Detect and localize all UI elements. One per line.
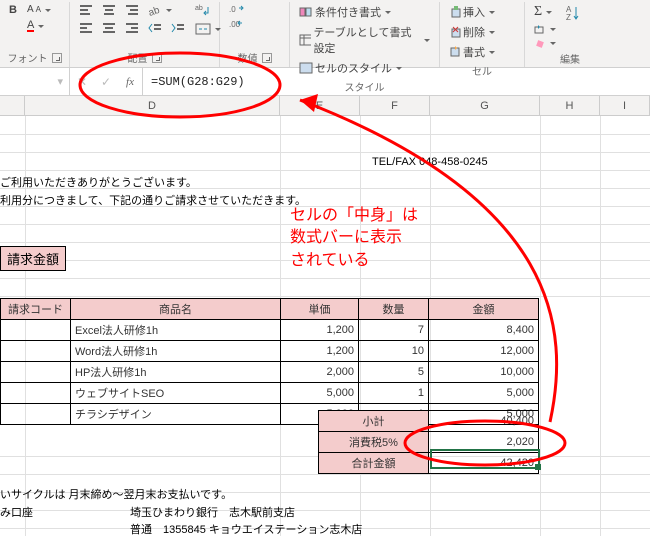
col-header-d[interactable]: D [25,96,280,115]
sort-filter-button[interactable]: AZ [563,2,587,24]
insert-function-button[interactable]: fx [118,76,142,88]
tax-label: 消費税5% [319,432,429,453]
col-header-e[interactable]: E [280,96,360,115]
number-group-label: 数値 [238,50,258,65]
cell-foot1: いサイクルは 月末締め〜翌月末お支払いです。 [0,486,232,502]
bold-button[interactable]: B [6,2,20,18]
number-dialog-launcher[interactable] [262,53,272,63]
table-row: Word法人研修1h1,2001012,000 [1,341,539,362]
svg-text:.0: .0 [229,5,236,14]
fill-dropdown[interactable] [531,22,559,36]
increase-indent-button[interactable] [168,20,188,36]
table-row: ウェブサイトSEO5,00015,000 [1,383,539,404]
orientation-dropdown[interactable]: ab [145,2,175,18]
insert-cells-dropdown[interactable]: 挿入 [446,2,498,22]
th-amt: 金額 [429,299,539,320]
formula-cancel-button[interactable]: ✕ [70,75,94,89]
font-dialog-launcher[interactable] [52,53,62,63]
col-header-i[interactable]: I [600,96,650,115]
ribbon-group-font: B AA A フォント [0,2,70,67]
svg-text:ab: ab [148,5,162,16]
cell-thanks: ご利用いただきありがとうございます。 [0,174,197,190]
summary-table: 小計40,400 消費税5%2,020 合計金額42,420 [318,410,539,474]
column-headers: D E F G H I [0,96,650,116]
align-center-button[interactable] [99,20,119,36]
cell-foot2: み口座 [0,504,33,520]
conditional-format-dropdown[interactable]: 条件付き書式 [296,2,433,22]
table-row: Excel法人研修1h1,20078,400 [1,320,539,341]
cell-bank: 埼玉ひまわり銀行 志木駅前支店 [130,504,295,520]
th-qty: 数量 [359,299,429,320]
font-color-dropdown[interactable]: A [24,18,54,34]
align-bottom-button[interactable] [122,2,142,18]
formula-enter-button[interactable]: ✓ [94,75,118,89]
delete-cells-dropdown[interactable]: 削除 [446,22,498,42]
table-row: HP法人研修1h2,000510,000 [1,362,539,383]
col-header-g[interactable]: G [430,96,540,115]
tax-value: 2,020 [429,432,539,453]
subtotal-label: 小計 [319,411,429,432]
decrease-indent-button[interactable] [145,20,165,36]
invoice-table: 請求コード 商品名 単価 数量 金額 Excel法人研修1h1,20078,40… [0,298,539,425]
ribbon-group-edit: Σ AZ 編集 [525,2,615,67]
svg-text:Z: Z [566,13,571,22]
font-size-dropdown[interactable]: AA [24,2,54,17]
ribbon-group-number: .0 .00 数値 [220,2,290,67]
align-dialog-launcher[interactable] [152,53,162,63]
col-header-f[interactable]: F [360,96,430,115]
format-cells-dropdown[interactable]: 書式 [446,42,498,62]
col-header-h[interactable]: H [540,96,600,115]
name-box[interactable]: ▾ [0,68,70,95]
cell-desc: 利用分につきまして、下記の通りご請求させていただきます。 [0,192,306,208]
th-unit: 単価 [281,299,359,320]
decrease-decimal-button[interactable]: .00 [226,17,248,31]
ribbon-group-style: 条件付き書式 テーブルとして書式設定 セルのスタイル スタイル [290,2,440,67]
th-code: 請求コード [1,299,71,320]
ribbon-group-cells: 挿入 削除 書式 セル [440,2,525,67]
align-left-button[interactable] [76,20,96,36]
total-label: 合計金額 [319,453,429,474]
annotation-text: セルの「中身」は 数式バーに表示 されている [290,205,418,272]
clear-dropdown[interactable] [531,36,559,50]
worksheet[interactable]: D E F G H I [0,96,650,536]
font-group-label: フォント [8,50,48,65]
cell-amount-title: 請求金額 [0,246,66,271]
ribbon-group-align: ab ab 配置 [70,2,220,67]
table-format-dropdown[interactable]: テーブルとして書式設定 [296,22,433,58]
align-top-button[interactable] [76,2,96,18]
th-name: 商品名 [71,299,281,320]
total-value: 42,420 [429,453,539,474]
cell-acct: 普通 1355845 キョウエイステーション志木店 [130,521,362,537]
subtotal-value: 40,400 [429,411,539,432]
autosum-dropdown[interactable]: Σ [531,2,559,22]
formula-bar: ▾ ✕ ✓ fx =SUM(G28:G29) [0,68,650,96]
align-group-label: 配置 [128,50,148,65]
align-right-button[interactable] [122,20,142,36]
cell-telfax: TEL/FAX 048-458-0245 [372,156,488,168]
svg-text:ab: ab [195,5,203,12]
edit-group-label: 編集 [560,51,580,66]
increase-decimal-button[interactable]: .0 [226,2,248,16]
align-middle-button[interactable] [99,2,119,18]
ribbon: B AA A フォント ab [0,0,650,68]
